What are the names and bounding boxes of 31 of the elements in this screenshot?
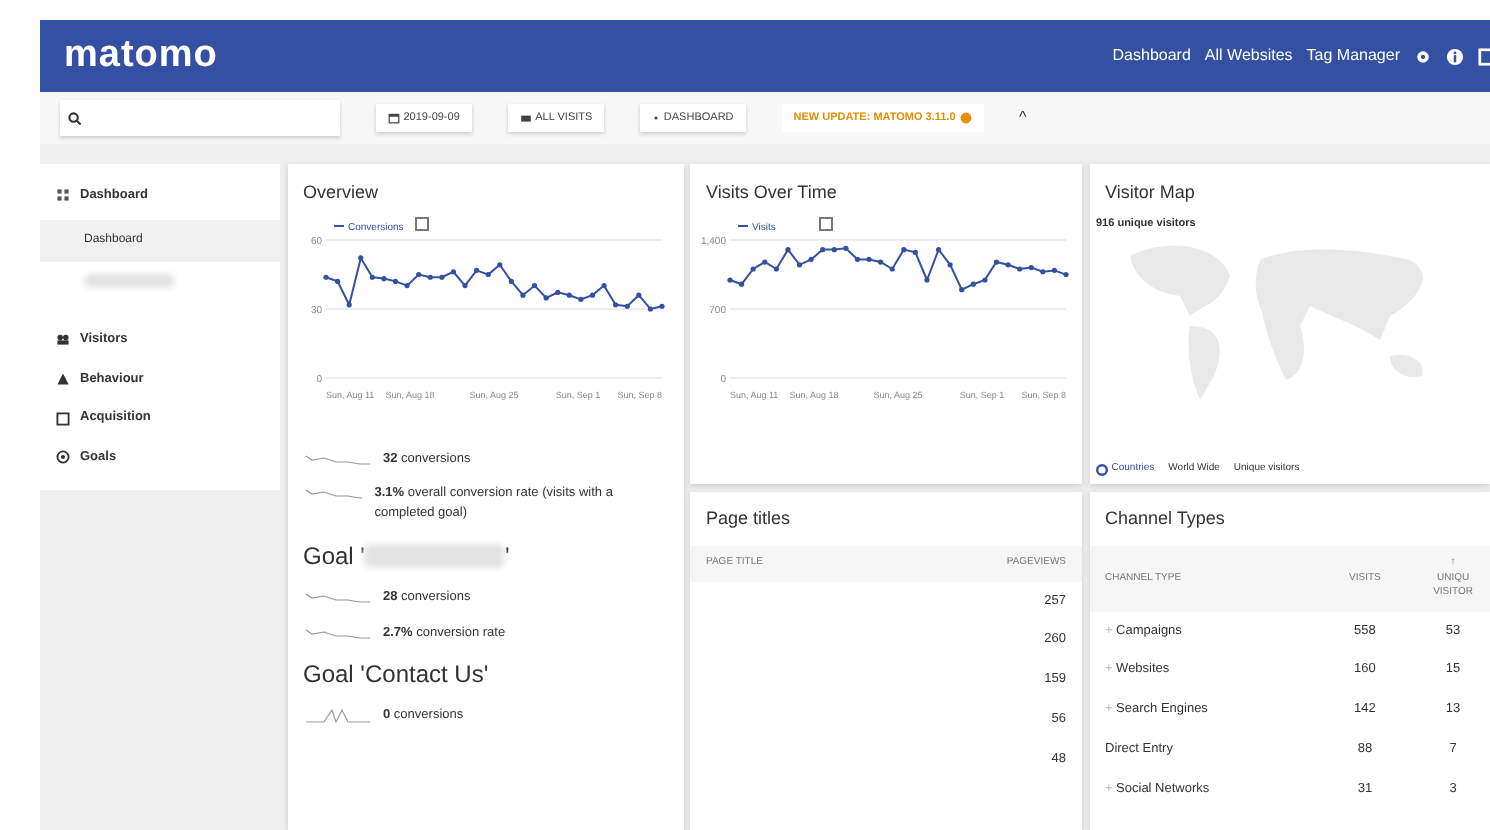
matomo-logo[interactable]: matomo — [64, 27, 218, 85]
export-icon[interactable] — [415, 216, 430, 230]
panel-title: Overview — [301, 180, 381, 206]
nav-link[interactable]: Dashboard — [1112, 44, 1191, 68]
goal-title: ' — [504, 539, 510, 574]
collapse-toggle[interactable]: ^ — [1019, 106, 1027, 130]
export-icon[interactable] — [818, 216, 833, 230]
search-field[interactable] — [60, 100, 340, 136]
redacted-text — [84, 273, 174, 288]
goal-title: Goal ' — [303, 539, 365, 574]
settings-icon — [1414, 47, 1432, 65]
sparkline — [303, 484, 363, 503]
globe-icon — [1096, 463, 1108, 476]
target-icon — [56, 450, 70, 465]
panel-title: Page titles — [704, 505, 793, 532]
panel-title: Visits Over Time — [704, 180, 839, 206]
panel-title: Visitor Map — [1103, 180, 1197, 206]
nav-link[interactable]: Tag Manager — [1306, 44, 1400, 68]
square-icon — [56, 411, 70, 426]
panel-title: Channel Types — [1103, 505, 1227, 532]
calendar-icon — [388, 112, 400, 124]
triangle-icon — [56, 371, 70, 386]
goal-title: Goal 'Contact Us' — [303, 658, 489, 693]
sparkline — [303, 706, 371, 725]
grid-icon — [56, 188, 70, 203]
info-icon — [1446, 47, 1464, 65]
nav-link[interactable]: All Websites — [1204, 44, 1293, 68]
segment-icon — [519, 112, 532, 124]
search-icon — [68, 112, 82, 126]
alert-icon — [959, 112, 971, 124]
people-icon — [56, 332, 70, 347]
